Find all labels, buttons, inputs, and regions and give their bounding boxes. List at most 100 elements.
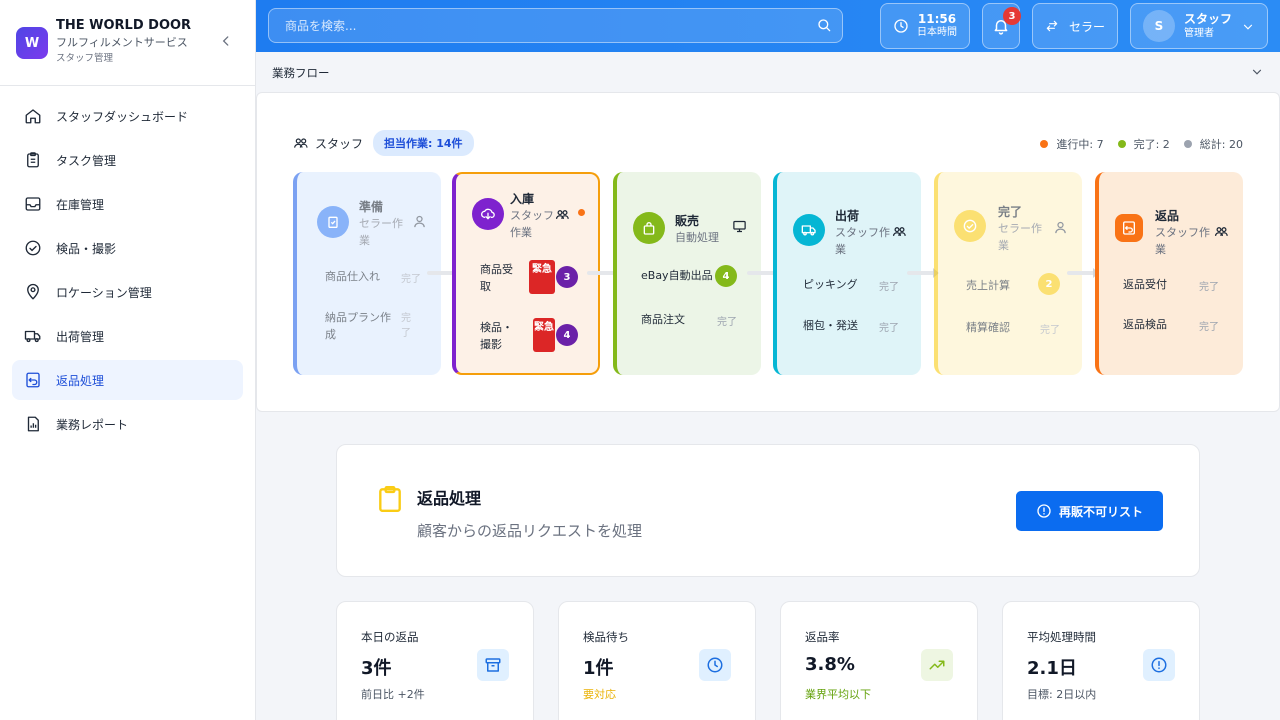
stat-card-today-returns: 本日の返品 3件 前日比 +2件 [336,601,534,720]
workflow-group-header: スタッフ 担当作業: 14件 [293,130,474,156]
returns-header-card: 返品処理 顧客からの返品リクエストを処理 再販不可リスト [336,444,1200,577]
stage-preparation[interactable]: 準備 セラー作業 商品仕入れ 完了 納品プラン作成 完了 [293,172,441,375]
sidebar-item-location[interactable]: ロケーション管理 [12,272,243,312]
workflow-group-label: スタッフ [315,136,364,151]
sidebar-item-staff-dashboard[interactable]: スタッフダッシュボード [12,96,243,136]
task-status: 完了 [401,313,411,339]
clipboard-icon [379,485,401,513]
stat-icon-box [699,649,731,681]
stat-value: 2.1日 [1027,658,1077,679]
clock-icon [894,19,908,33]
sidebar-item-reports[interactable]: 業務レポート [12,404,243,444]
stage-title: 完了 [998,205,1023,219]
page-title: 返品処理 [417,489,482,508]
users-group-icon [1214,227,1228,236]
sidebar-item-returns[interactable]: 返品処理 [12,360,243,400]
workflow-title: 業務フロー [272,66,330,80]
non-resellable-list-button[interactable]: 再販不可リスト [1016,491,1163,531]
stat-icon-box [477,649,509,681]
task-status: 完了 [879,323,899,334]
urgent-badge: 緊急 [533,318,555,352]
users-group-icon [555,210,569,219]
task-status: 完了 [717,317,737,328]
task-status: 完了 [879,282,899,293]
stage-icon [793,214,825,246]
collapse-sidebar-button[interactable] [219,34,233,52]
role-switch-button[interactable]: セラー [1032,3,1118,49]
chevron-down-icon [1243,24,1253,30]
stat-note: 目標: 2日以内 [1027,688,1097,701]
legend-total: 総計: 20 [1183,136,1243,152]
sidebar-item-label: ロケーション管理 [56,285,152,300]
brand-section: スタッフ管理 [56,53,114,64]
task-name: eBay自動出品 [641,269,713,282]
clock-display[interactable]: 11:56 日本時間 [880,3,970,49]
chevron-down-icon[interactable] [1250,65,1264,79]
stage-shipping[interactable]: 出荷 スタッフ作業 ピッキング 完了 梱包・発送 完了 [773,172,921,375]
alert-circle-icon [1037,504,1051,518]
legend-in-progress: 進行中: 7 [1040,136,1104,152]
flow-arrow [1067,268,1099,278]
stage-title: 販売 [675,214,700,228]
avatar: S [1143,10,1175,42]
search-box [268,8,843,43]
legend-done: 完了: 2 [1117,136,1170,152]
flow-arrow [587,268,619,278]
task-count-badge: 3 [556,266,578,288]
stage-title: 準備 [359,200,384,214]
return-icon [1123,221,1135,235]
sidebar-item-label: タスク管理 [56,153,117,168]
stage-icon [317,206,349,238]
task-count-badge: 4 [715,265,737,287]
notifications-button[interactable]: 3 [982,3,1021,49]
sidebar-nav: スタッフダッシュボード タスク管理 在庫管理 検品・撮影 ロケーション管理 出荷… [0,86,255,444]
stage-icon [633,212,665,244]
brand-header: W THE WORLD DOOR フルフィルメントサービス スタッフ管理 [0,0,255,86]
stage-returns[interactable]: 返品 スタッフ作業 返品受付 完了 返品検品 完了 [1095,172,1243,375]
stage-subtitle: スタッフ作業 [835,226,890,256]
stage-complete[interactable]: 完了 セラー作業 売上計算 2 精算確認 完了 [934,172,1082,375]
workflow-legend: 進行中: 7 完了: 2 総計: 20 [1026,136,1243,152]
stage-title: 入庫 [510,192,535,206]
legend-in-progress-label: 進行中: 7 [1056,138,1104,151]
sidebar-item-inventory[interactable]: 在庫管理 [12,184,243,224]
legend-done-label: 完了: 2 [1133,138,1170,151]
app-logo[interactable]: W [16,27,48,59]
users-group-icon [892,227,906,236]
task-name: 商品仕入れ [325,270,380,283]
task-name: 梱包・発送 [803,319,858,332]
inbox-icon [25,197,41,211]
sidebar-item-shipping[interactable]: 出荷管理 [12,316,243,356]
sidebar-item-label: 在庫管理 [56,197,105,212]
shopping-bag-icon [643,222,655,235]
stage-subtitle: スタッフ作業 [1155,226,1210,256]
chevron-left-icon [222,36,229,46]
sidebar-item-inspection[interactable]: 検品・撮影 [12,228,243,268]
search-input[interactable] [269,9,789,42]
task-status: 完了 [1040,325,1060,336]
check-circle-icon [25,240,41,256]
truck-icon [801,225,816,236]
user-text: スタッフ 管理者 [1184,12,1232,41]
user-menu-button[interactable]: S スタッフ 管理者 [1130,3,1268,49]
task-status: 完了 [1199,282,1219,293]
stat-value: 1件 [583,658,614,679]
stat-card-return-rate: 返品率 3.8% 業界平均以下 [780,601,978,720]
task-name: 売上計算 [966,279,1010,292]
page-subtitle: 顧客からの返品リクエストを処理 [417,522,643,540]
stage-receiving[interactable]: 入庫 スタッフ作業 商品受取 緊急 3 検品・撮影 緊急 4 [452,172,600,375]
sidebar-item-task-management[interactable]: タスク管理 [12,140,243,180]
search-icon[interactable] [816,17,832,33]
stage-sales[interactable]: 販売 自動処理 eBay自動出品 4 商品注文 完了 [613,172,761,375]
task-name: ピッキング [803,278,858,291]
task-count-badge: 4 [556,324,578,346]
stat-icon-box [1143,649,1175,681]
sidebar-item-label: 返品処理 [56,373,105,388]
clock-icon [707,657,723,673]
urgent-badge: 緊急 [529,260,555,294]
workflow-toggle-bar[interactable]: 業務フロー [256,52,1280,92]
task-name: 商品受取 [480,263,513,293]
stat-label: 返品率 [805,630,840,644]
report-icon [27,416,39,432]
brand-text: THE WORLD DOOR フルフィルメントサービス スタッフ管理 [56,18,191,66]
